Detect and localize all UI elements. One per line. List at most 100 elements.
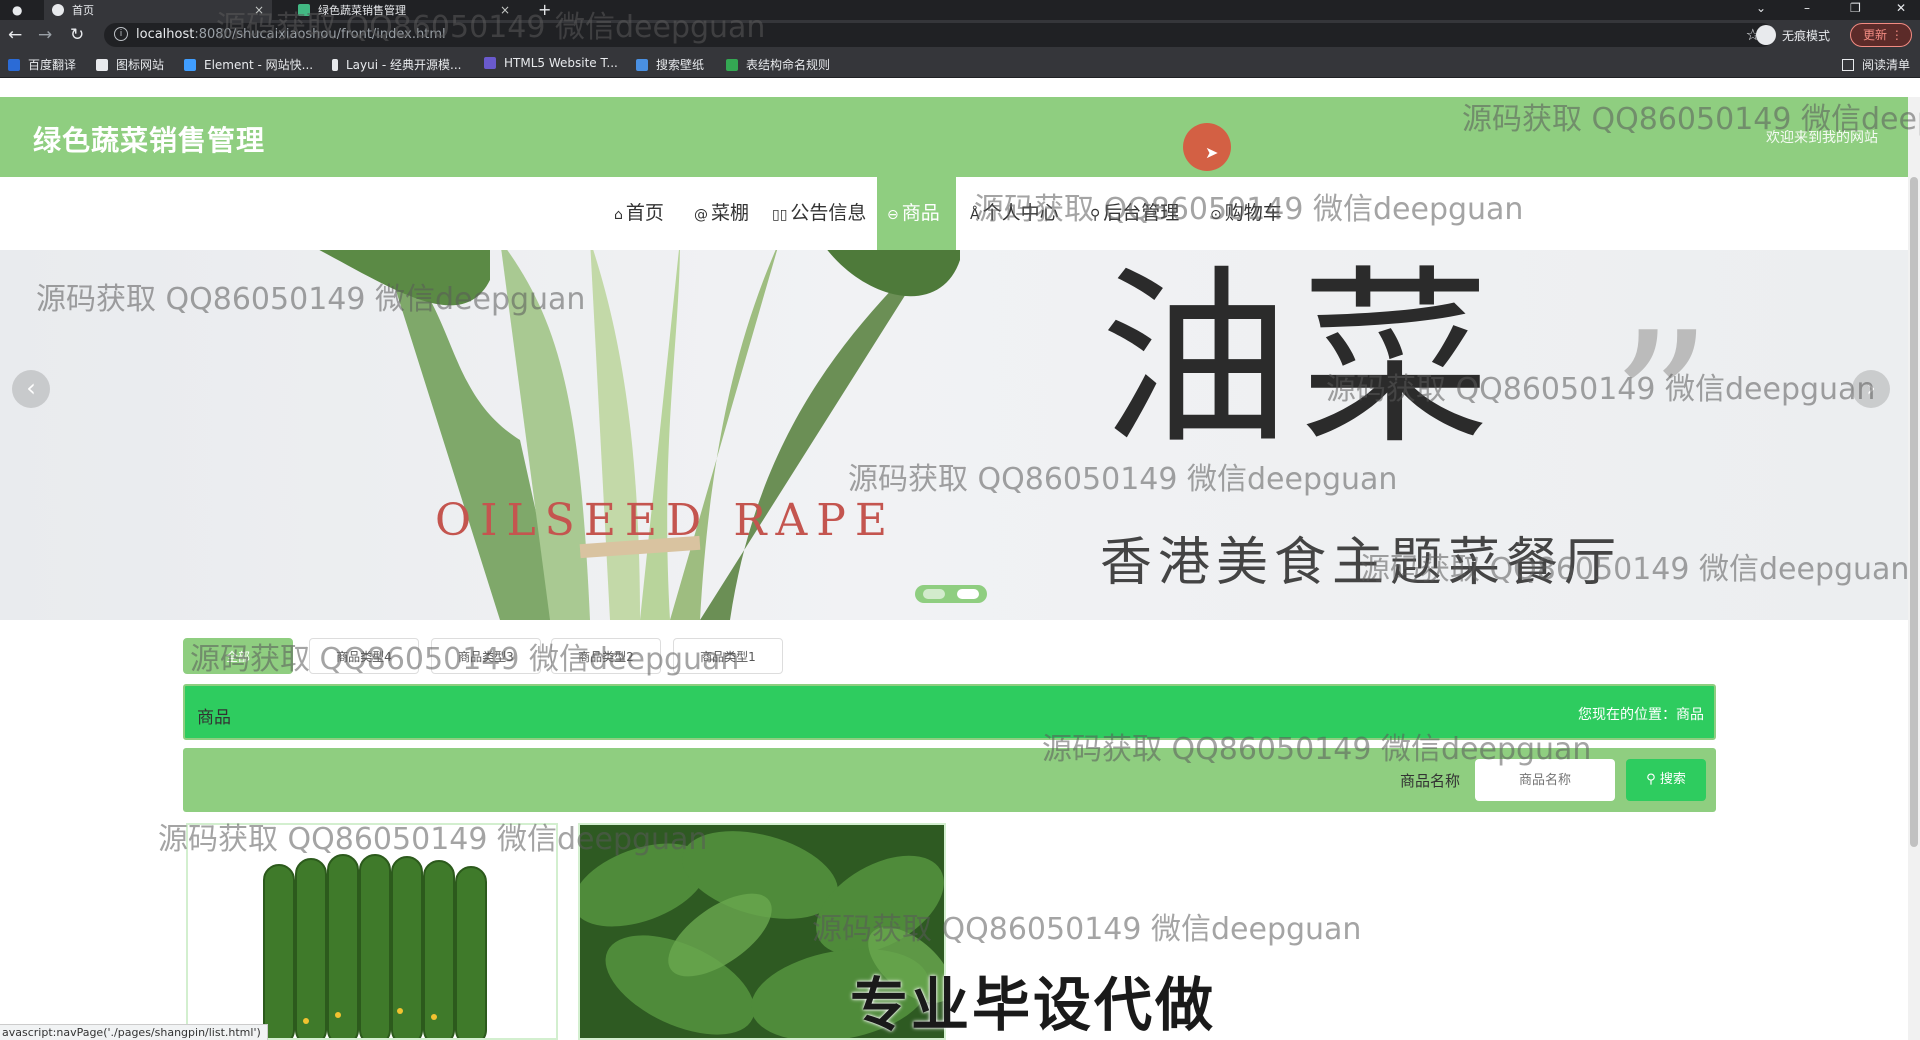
scrollbar-thumb[interactable] <box>1910 177 1918 847</box>
carousel-indicator[interactable] <box>915 585 987 603</box>
wallpaper-icon <box>636 58 648 71</box>
nav-label: 购物车 <box>1224 202 1282 224</box>
cart-icon: ⊙ <box>1210 207 1222 223</box>
browser-tab-app[interactable]: 绿色蔬菜销售管理 × <box>290 0 518 20</box>
nav-label: 个人中心 <box>982 202 1059 224</box>
reading-list-label: 阅读清单 <box>1861 58 1910 72</box>
url-text: localhost:8080/shucaixiaoshou/front/inde… <box>136 27 446 42</box>
product-icon: ⊖ <box>887 207 899 223</box>
search-label: 商品名称 <box>1400 772 1461 790</box>
url-host: localhost <box>136 27 195 42</box>
tab-title: 绿色蔬菜销售管理 <box>318 4 406 17</box>
category-tab-2[interactable]: 商品类型2 <box>551 638 661 674</box>
bookmark-label: 图标网站 <box>116 58 165 72</box>
update-label: 更新 <box>1863 28 1888 42</box>
carousel-big-text: 油菜 <box>1100 250 1501 470</box>
browser-tab-home[interactable]: 首页 × <box>44 0 272 20</box>
promo-overlay-text: 专业毕设代做 <box>850 971 1217 1039</box>
bookmark-label: Layui - 经典开源模... <box>346 58 462 72</box>
minimize-icon[interactable]: – <box>1804 0 1810 16</box>
forward-icon[interactable]: → <box>38 25 52 45</box>
update-button[interactable]: 更新 ⋮ <box>1850 23 1912 47</box>
breadcrumb: 您现在的位置：商品 <box>1578 707 1704 723</box>
incognito-indicator[interactable]: 无痕模式 <box>1756 23 1830 47</box>
bookmark-label: HTML5 Website T... <box>504 56 618 70</box>
globe-icon <box>52 4 64 16</box>
cursor-icon: ➤ <box>1205 143 1219 162</box>
nav-label: 商品 <box>901 202 940 224</box>
back-icon[interactable]: ← <box>8 25 22 45</box>
incognito-label: 无痕模式 <box>1782 28 1831 43</box>
translate-icon <box>8 58 20 71</box>
bookmark-item[interactable]: 百度翻译 <box>8 56 76 73</box>
product-name-input[interactable] <box>1475 759 1615 801</box>
site-info-icon[interactable]: i <box>114 27 128 41</box>
carousel-sub-text: 香港美食主题菜餐厅 <box>1100 533 1623 593</box>
tab-search-icon[interactable]: ⌄ <box>1756 0 1766 16</box>
category-tab-1[interactable]: 商品类型1 <box>673 638 783 674</box>
bookmark-label: Element - 网站快... <box>204 58 314 72</box>
url-path: :8080/shucaixiaoshou/front/index.html <box>194 27 446 42</box>
banner-carousel[interactable]: OILSEED RAPE 油菜 ” 香港美食主题菜餐厅 ‹ › <box>0 250 1908 620</box>
nav-item-greenhouse[interactable]: @ 菜棚 <box>684 177 759 250</box>
address-bar[interactable]: i localhost:8080/shucaixiaoshou/front/in… <box>104 23 1774 47</box>
search-icon: ⚲ <box>1646 772 1660 787</box>
main-nav: ⌂ 首页 @ 菜棚 ▯▯ 公告信息 ⊖ 商品 Å 个人中心 ⚲ 后台管理 ⊙ 购物车 <box>0 177 1908 250</box>
tab-title: 首页 <box>72 4 94 17</box>
incognito-icon <box>1756 25 1776 45</box>
close-icon[interactable]: × <box>500 3 510 17</box>
category-tab-4[interactable]: 商品类型4 <box>309 638 419 674</box>
search-button[interactable]: ⚲ 搜索 <box>1626 759 1706 801</box>
section-title: 商品 <box>197 708 231 728</box>
new-tab-icon[interactable]: + <box>538 0 551 20</box>
home-icon: ⌂ <box>614 207 623 223</box>
reading-list[interactable]: 阅读清单 <box>1841 56 1910 73</box>
nav-item-profile[interactable]: Å 个人中心 <box>960 177 1069 250</box>
section-title-bar: 商品 您现在的位置：商品 <box>183 684 1716 740</box>
reading-list-icon <box>1841 58 1854 71</box>
at-icon: @ <box>694 207 708 223</box>
window-close-icon[interactable]: ✕ <box>1896 0 1906 16</box>
bookmark-label: 表结构命名规则 <box>746 58 831 72</box>
search-bar: 商品名称 ⚲ 搜索 <box>183 748 1716 812</box>
restore-icon[interactable]: ❐ <box>1850 0 1861 16</box>
carousel-next-button[interactable]: › <box>1852 370 1890 408</box>
category-tab-3[interactable]: 商品类型3 <box>431 638 541 674</box>
nav-item-home[interactable]: ⌂ 首页 <box>604 177 674 250</box>
welcome-text: 欢迎来到我的网站 <box>1766 130 1878 146</box>
carousel-prev-button[interactable]: ‹ <box>12 370 50 408</box>
product-card[interactable] <box>186 823 558 1040</box>
cucumber-image <box>188 825 556 1038</box>
nav-item-products[interactable]: ⊖ 商品 <box>877 177 956 250</box>
nav-item-cart[interactable]: ⊙ 购物车 <box>1200 177 1292 250</box>
nav-item-admin[interactable]: ⚲ 后台管理 <box>1080 177 1189 250</box>
bookmark-item[interactable]: Element - 网站快... <box>184 56 313 73</box>
bookmark-item[interactable]: Layui - 经典开源模... <box>332 56 461 73</box>
bookmarks-bar: 百度翻译 图标网站 Element - 网站快... Layui - 经典开源模… <box>0 50 1920 78</box>
site-header: 绿色蔬菜销售管理 欢迎来到我的网站 <box>0 97 1908 177</box>
element-icon <box>184 58 196 71</box>
status-bar-link: avascript:navPage('./pages/shangpin/list… <box>0 1024 268 1040</box>
nav-item-notices[interactable]: ▯▯ 公告信息 <box>762 177 876 250</box>
user-icon: Å <box>970 207 980 223</box>
bookmark-item[interactable]: 图标网站 <box>96 56 164 73</box>
nav-label: 后台管理 <box>1103 202 1180 224</box>
carousel-dot[interactable] <box>923 589 945 599</box>
bookmark-label: 百度翻译 <box>28 58 77 72</box>
close-icon[interactable]: × <box>254 3 264 17</box>
bookmark-item[interactable]: 搜索壁纸 <box>636 56 704 73</box>
category-tab-all[interactable]: 全部 <box>183 638 293 674</box>
page-scrollbar[interactable] <box>1908 97 1920 1040</box>
quote-mark-icon: ” <box>1610 290 1713 523</box>
carousel-dot-active[interactable] <box>957 589 979 599</box>
site-title: 绿色蔬菜销售管理 <box>33 124 266 157</box>
bookmark-item[interactable]: HTML5 Website T... <box>484 56 618 70</box>
reload-icon[interactable]: ↻ <box>70 25 84 45</box>
vegetable-image <box>319 250 960 620</box>
nav-label: 公告信息 <box>790 202 867 224</box>
flag-icon <box>96 58 108 71</box>
bookmark-label: 搜索壁纸 <box>656 58 705 72</box>
bookmark-item[interactable]: 表结构命名规则 <box>726 56 830 73</box>
browser-tab-strip: ● 首页 × 绿色蔬菜销售管理 × + ⌄ – ❐ ✕ <box>0 0 1920 20</box>
browser-menu-icon[interactable]: ● <box>12 2 22 18</box>
